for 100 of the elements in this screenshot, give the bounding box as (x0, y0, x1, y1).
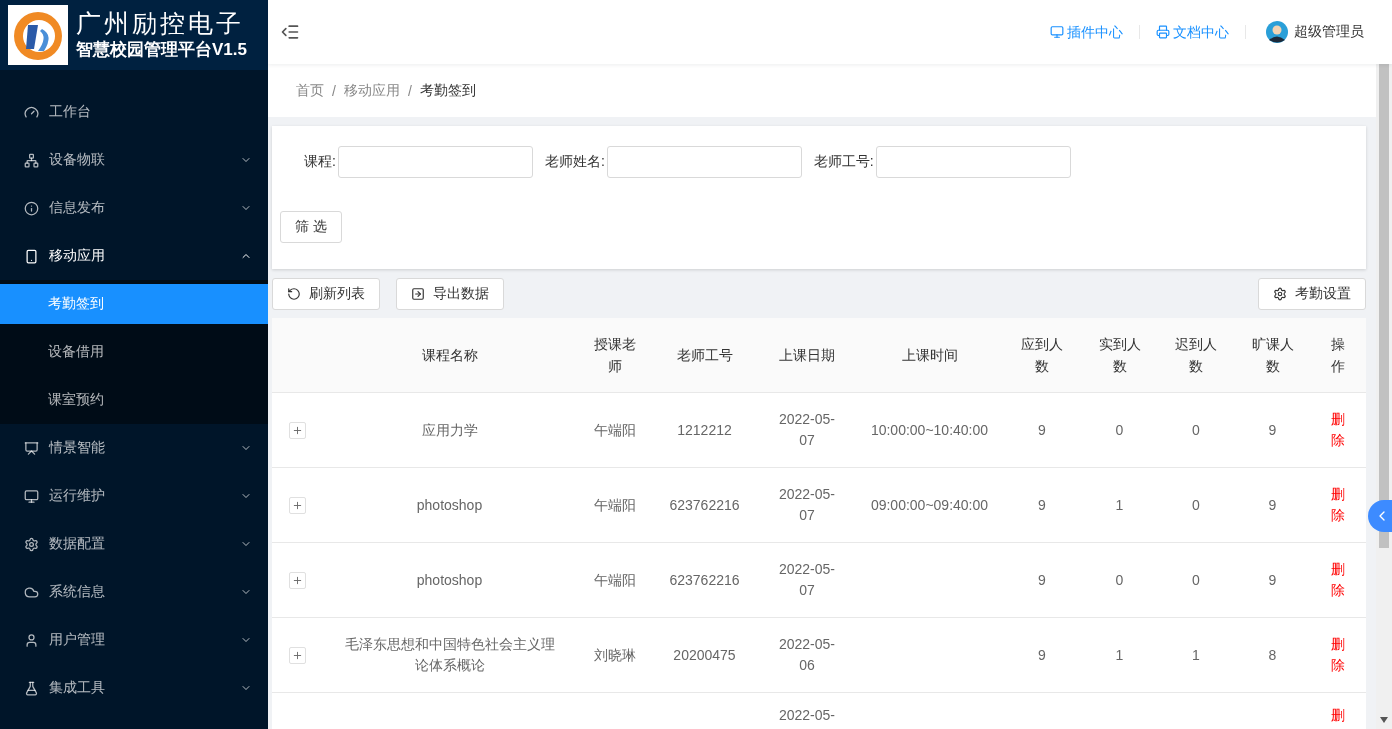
sidebar-item[interactable]: 信息发布 (0, 184, 268, 232)
table-cell-text: 0 (1192, 420, 1200, 440)
table-cell-text: 623762216 (669, 570, 740, 590)
monitor-icon (1050, 25, 1064, 39)
table-cell-text: 623762216 (669, 495, 740, 515)
column-header: 课程名称 (322, 318, 577, 393)
delete-link[interactable]: 删除 (1326, 484, 1350, 526)
export-button[interactable]: 导出数据 (396, 278, 504, 310)
column-header: 上课时间 (857, 318, 1002, 393)
input-field[interactable] (875, 146, 1071, 178)
table-cell-text: 9 (1038, 570, 1046, 590)
expand-button[interactable] (288, 421, 306, 439)
cloud-icon (24, 584, 39, 600)
table-cell-text: 09:00:00~09:40:00 (870, 495, 989, 515)
export-icon (411, 287, 425, 301)
gauge-icon (24, 104, 39, 120)
avatar-icon[interactable] (1266, 21, 1288, 43)
user-name[interactable]: 超级管理员 (1294, 23, 1364, 41)
sidebar-item[interactable]: 设备物联 (0, 136, 268, 184)
brand-title: 广州励控电子 (76, 9, 245, 39)
sidebar-item[interactable]: 系统信息 (0, 568, 268, 616)
table-cell-text: 2022-05-07 (777, 410, 836, 450)
flask-icon (24, 680, 39, 696)
table-cell-text: 0 (1115, 570, 1124, 590)
sidebar-item[interactable]: 集成工具 (0, 664, 268, 712)
column-header: 迟到人数 (1157, 318, 1235, 393)
collapse-tab-button[interactable] (1368, 500, 1392, 532)
sidebar-item[interactable]: 用户管理 (0, 616, 268, 664)
settings-icon (1273, 287, 1287, 301)
column-header: 应到人数 (1002, 318, 1082, 393)
table-cell-text: 9 (1038, 495, 1046, 515)
table-cell-text: 2022-05-07 (777, 560, 836, 600)
column-header: 老师工号 (652, 318, 757, 393)
table-cell-text: 1 (1115, 645, 1124, 665)
table-cell-text: 应用力学 (421, 420, 478, 440)
breadcrumb-link[interactable]: 考勤签到 (419, 81, 476, 100)
expand-button[interactable] (288, 646, 306, 664)
sidebar-item[interactable]: 数据配置 (0, 520, 268, 568)
table-cell-text: 1212212 (677, 420, 732, 440)
breadcrumb-link[interactable]: 移动应用 (343, 81, 400, 100)
table-cell-text: 0 (1192, 570, 1200, 590)
menu-toggle-button[interactable] (280, 22, 300, 42)
phone-icon (24, 248, 39, 264)
table-cell-text: 午端阳 (593, 495, 636, 515)
delete-link[interactable]: 删 (1331, 705, 1345, 726)
table-cell-text: 2022-05-07 (777, 485, 836, 525)
column-header: 旷课人数 (1235, 318, 1310, 393)
sidebar-item[interactable]: 工作台 (0, 88, 268, 136)
scroll-down-icon[interactable] (1380, 717, 1388, 723)
plus-icon (291, 574, 303, 586)
column-header: 操作 (1310, 318, 1366, 393)
sidebar-item[interactable]: 运行维护 (0, 472, 268, 520)
refresh-button[interactable]: 刷新列表 (272, 278, 380, 310)
table-cell-text: 9 (1038, 645, 1046, 665)
settings-icon (24, 536, 39, 552)
filter-button[interactable]: 筛 选 (280, 211, 342, 243)
printer-icon (1156, 25, 1170, 39)
refresh-icon (287, 287, 301, 301)
table-cell-text: 8 (1268, 645, 1277, 665)
table-cell-text: 9 (1268, 570, 1277, 590)
expand-button[interactable] (288, 571, 306, 589)
user-icon (24, 632, 39, 648)
table-cell-text: 10:00:00~10:40:00 (870, 420, 989, 440)
settings-button[interactable]: 考勤设置 (1258, 278, 1366, 310)
sidebar-item[interactable]: 情景智能 (0, 424, 268, 472)
table-cell-text: 1 (1192, 645, 1200, 665)
table-cell-text: 20200475 (673, 645, 736, 665)
table-cell-text: 0 (1192, 495, 1200, 515)
delete-link[interactable]: 删除 (1326, 634, 1350, 676)
table-cell-text: 9 (1268, 420, 1277, 440)
input-field[interactable] (337, 146, 533, 178)
field-label: 课程: (304, 153, 336, 171)
delete-link[interactable]: 删除 (1326, 559, 1350, 601)
table-cell-text: photoshop (416, 495, 483, 515)
table-cell-text: photoshop (416, 570, 483, 590)
scrollbar[interactable] (1376, 64, 1392, 729)
plus-icon (291, 649, 303, 661)
table-cell-text: 毛泽东思想和中国特色社会主义理论体系概论 (343, 635, 556, 675)
info-icon (24, 200, 39, 216)
column-header: 上课日期 (757, 318, 857, 393)
expand-button[interactable] (288, 496, 306, 514)
table-cell-text: 1 (1115, 495, 1124, 515)
monitor-icon (24, 488, 39, 504)
column-header: 授课老师 (577, 318, 652, 393)
network-icon (24, 152, 39, 168)
table-cell-text: 午端阳 (593, 570, 636, 590)
table-cell-text: 午端阳 (593, 420, 636, 440)
sidebar-item[interactable]: 移动应用 (0, 232, 268, 280)
breadcrumb-link[interactable]: 首页 (296, 81, 324, 100)
breadcrumb-separator: / (332, 82, 336, 99)
table-cell-text: 9 (1268, 495, 1277, 515)
submenu-item[interactable]: 课室预约 (0, 380, 268, 420)
input-field[interactable] (606, 146, 802, 178)
field-label: 老师姓名: (544, 153, 605, 171)
table-cell-text: 0 (1115, 420, 1124, 440)
delete-link[interactable]: 删除 (1326, 409, 1350, 451)
column-header: 实到人数 (1082, 318, 1157, 393)
submenu-item[interactable]: 设备借用 (0, 332, 268, 372)
presentation-icon (24, 440, 39, 456)
plus-icon (291, 424, 303, 436)
